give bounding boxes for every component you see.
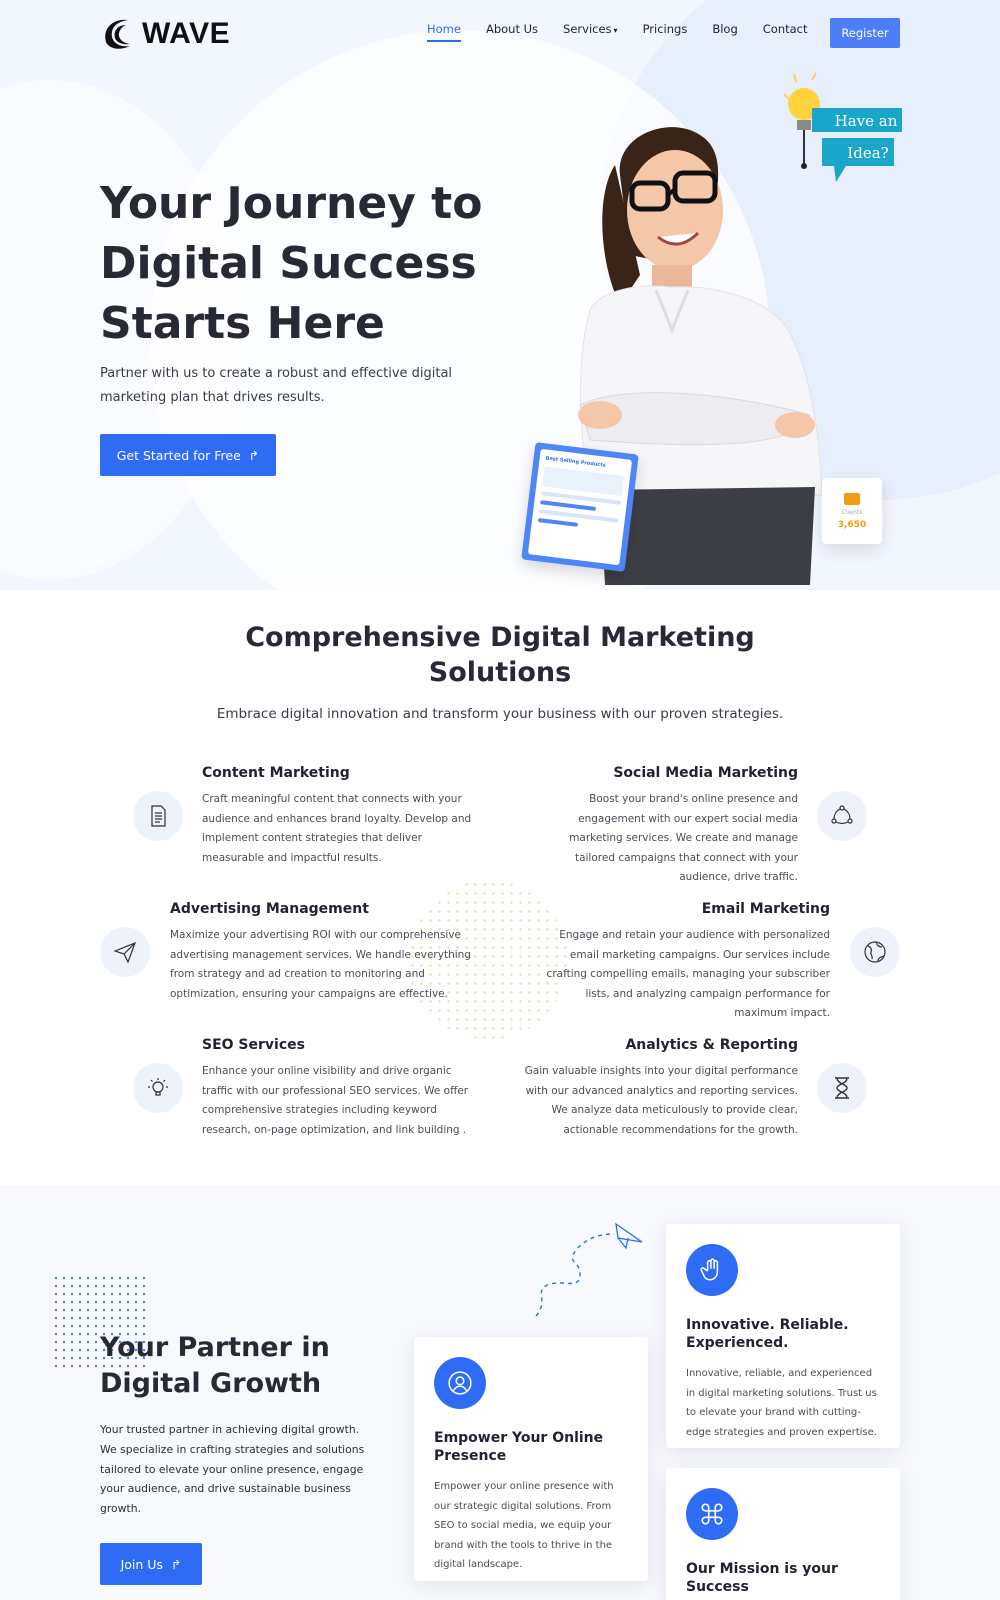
- service-description: Enhance your online visibility and drive…: [202, 1065, 469, 1136]
- service-icon-circle: [133, 791, 183, 841]
- logo[interactable]: WAVE: [100, 14, 230, 54]
- service-item-analytics: Analytics & Reporting Gain valuable insi…: [520, 1037, 798, 1140]
- chevron-down-icon: ▾: [613, 26, 618, 35]
- join-us-button[interactable]: Join Us ↱: [100, 1543, 202, 1585]
- service-description: Engage and retain your audience with per…: [546, 929, 830, 1019]
- service-item-social-media: Social Media Marketing Boost your brand'…: [528, 765, 798, 888]
- service-description: Craft meaningful content that connects w…: [202, 793, 472, 864]
- get-started-label: Get Started for Free: [116, 447, 241, 463]
- feature-title: Our Mission is your Success: [686, 1561, 838, 1595]
- register-button[interactable]: Register: [830, 18, 900, 48]
- service-item-content-marketing: Content Marketing Craft meaningful conte…: [202, 765, 472, 868]
- gift-icon: [844, 492, 860, 505]
- feature-text: Empower your online presence with our st…: [434, 1481, 614, 1570]
- service-icon-circle: [100, 927, 150, 977]
- partner-title: Your Partner in Digital Growth: [100, 1332, 330, 1399]
- hourglass-icon: [835, 1077, 849, 1099]
- nav-services[interactable]: Services ▾: [563, 22, 618, 42]
- service-title: Content Marketing: [202, 765, 350, 781]
- service-icon-circle: [817, 791, 867, 841]
- hero-title: Your Journey to Digital Success Starts H…: [100, 178, 483, 349]
- service-title: Email Marketing: [701, 901, 830, 917]
- dashboard-preview: [542, 466, 625, 496]
- feature-title: Innovative. Reliable. Experienced.: [686, 1317, 849, 1351]
- stat-value: 3,650: [837, 519, 867, 530]
- services-title: Comprehensive Digital Marketing Solution…: [245, 622, 755, 688]
- nav-home[interactable]: Home: [427, 22, 461, 42]
- feature-title: Empower Your Online Presence: [434, 1430, 604, 1464]
- service-title: SEO Services: [202, 1037, 305, 1053]
- service-description: Gain valuable insights into your digital…: [524, 1065, 798, 1136]
- dashboard-bar: [537, 518, 579, 527]
- join-us-label: Join Us: [120, 1556, 163, 1572]
- stat-card: Clients 3,650: [822, 478, 882, 544]
- feature-card-empower: Empower Your Online Presence Empower you…: [414, 1337, 648, 1581]
- feature-text: Innovative, reliable, and experienced in…: [686, 1368, 877, 1438]
- share-network-icon: [831, 805, 853, 825]
- services-subtitle: Embrace digital innovation and transform…: [216, 706, 784, 722]
- command-icon: [701, 1503, 723, 1525]
- service-title: Advertising Management: [170, 901, 369, 917]
- feature-icon-circle: [434, 1357, 486, 1409]
- globe-icon: [864, 941, 886, 963]
- service-description: Boost your brand's online presence and e…: [569, 793, 798, 883]
- dashboard-card: Best Selling Products: [521, 442, 639, 572]
- service-description: Maximize your advertising ROI with our c…: [170, 929, 471, 1000]
- hero-subtitle: Partner with us to create a robust and e…: [100, 366, 453, 405]
- idea-text-line1: Have an: [834, 112, 898, 130]
- arrow-redirect-icon: ↱: [248, 447, 260, 463]
- logo-text: WAVE: [142, 17, 231, 50]
- main-nav: Home About Us Services ▾ Pricings Blog Co…: [427, 22, 808, 42]
- stat-label: Clients: [841, 508, 863, 516]
- feature-icon-circle: [686, 1244, 738, 1296]
- service-item-advertising: Advertising Management Maximize your adv…: [170, 901, 475, 1004]
- wave-logo-icon: [105, 19, 130, 49]
- service-title: Social Media Marketing: [613, 765, 798, 781]
- partner-text: Your trusted partner in achieving digita…: [100, 1423, 365, 1516]
- nav-services-label: Services: [563, 22, 612, 36]
- get-started-button[interactable]: Get Started for Free ↱: [100, 434, 276, 476]
- document-icon: [151, 805, 166, 827]
- user-circle-icon: [448, 1371, 472, 1395]
- paper-plane-icon: [113, 941, 137, 964]
- service-title: Analytics & Reporting: [625, 1037, 798, 1053]
- lightbulb-icon: [148, 1078, 168, 1096]
- nav-blog[interactable]: Blog: [712, 22, 737, 42]
- arrow-redirect-icon: ↱: [170, 1556, 182, 1572]
- nav-contact[interactable]: Contact: [763, 22, 808, 42]
- service-item-seo: SEO Services Enhance your online visibil…: [202, 1037, 477, 1140]
- hand-icon: [700, 1258, 719, 1281]
- service-item-email: Email Marketing Engage and retain your a…: [530, 901, 830, 1024]
- feature-card-innovative: Innovative. Reliable. Experienced. Innov…: [666, 1224, 900, 1448]
- service-icon-circle: [817, 1063, 867, 1113]
- paper-plane-path-decoration: [535, 1222, 643, 1317]
- feature-icon-circle: [686, 1488, 738, 1540]
- feature-card-mission: Our Mission is your Success: [666, 1468, 900, 1600]
- service-icon-circle: [850, 927, 900, 977]
- nav-pricings[interactable]: Pricings: [643, 22, 688, 42]
- idea-text-line2: Idea?: [847, 144, 889, 162]
- service-icon-circle: [133, 1063, 183, 1113]
- nav-about-us[interactable]: About Us: [486, 22, 538, 42]
